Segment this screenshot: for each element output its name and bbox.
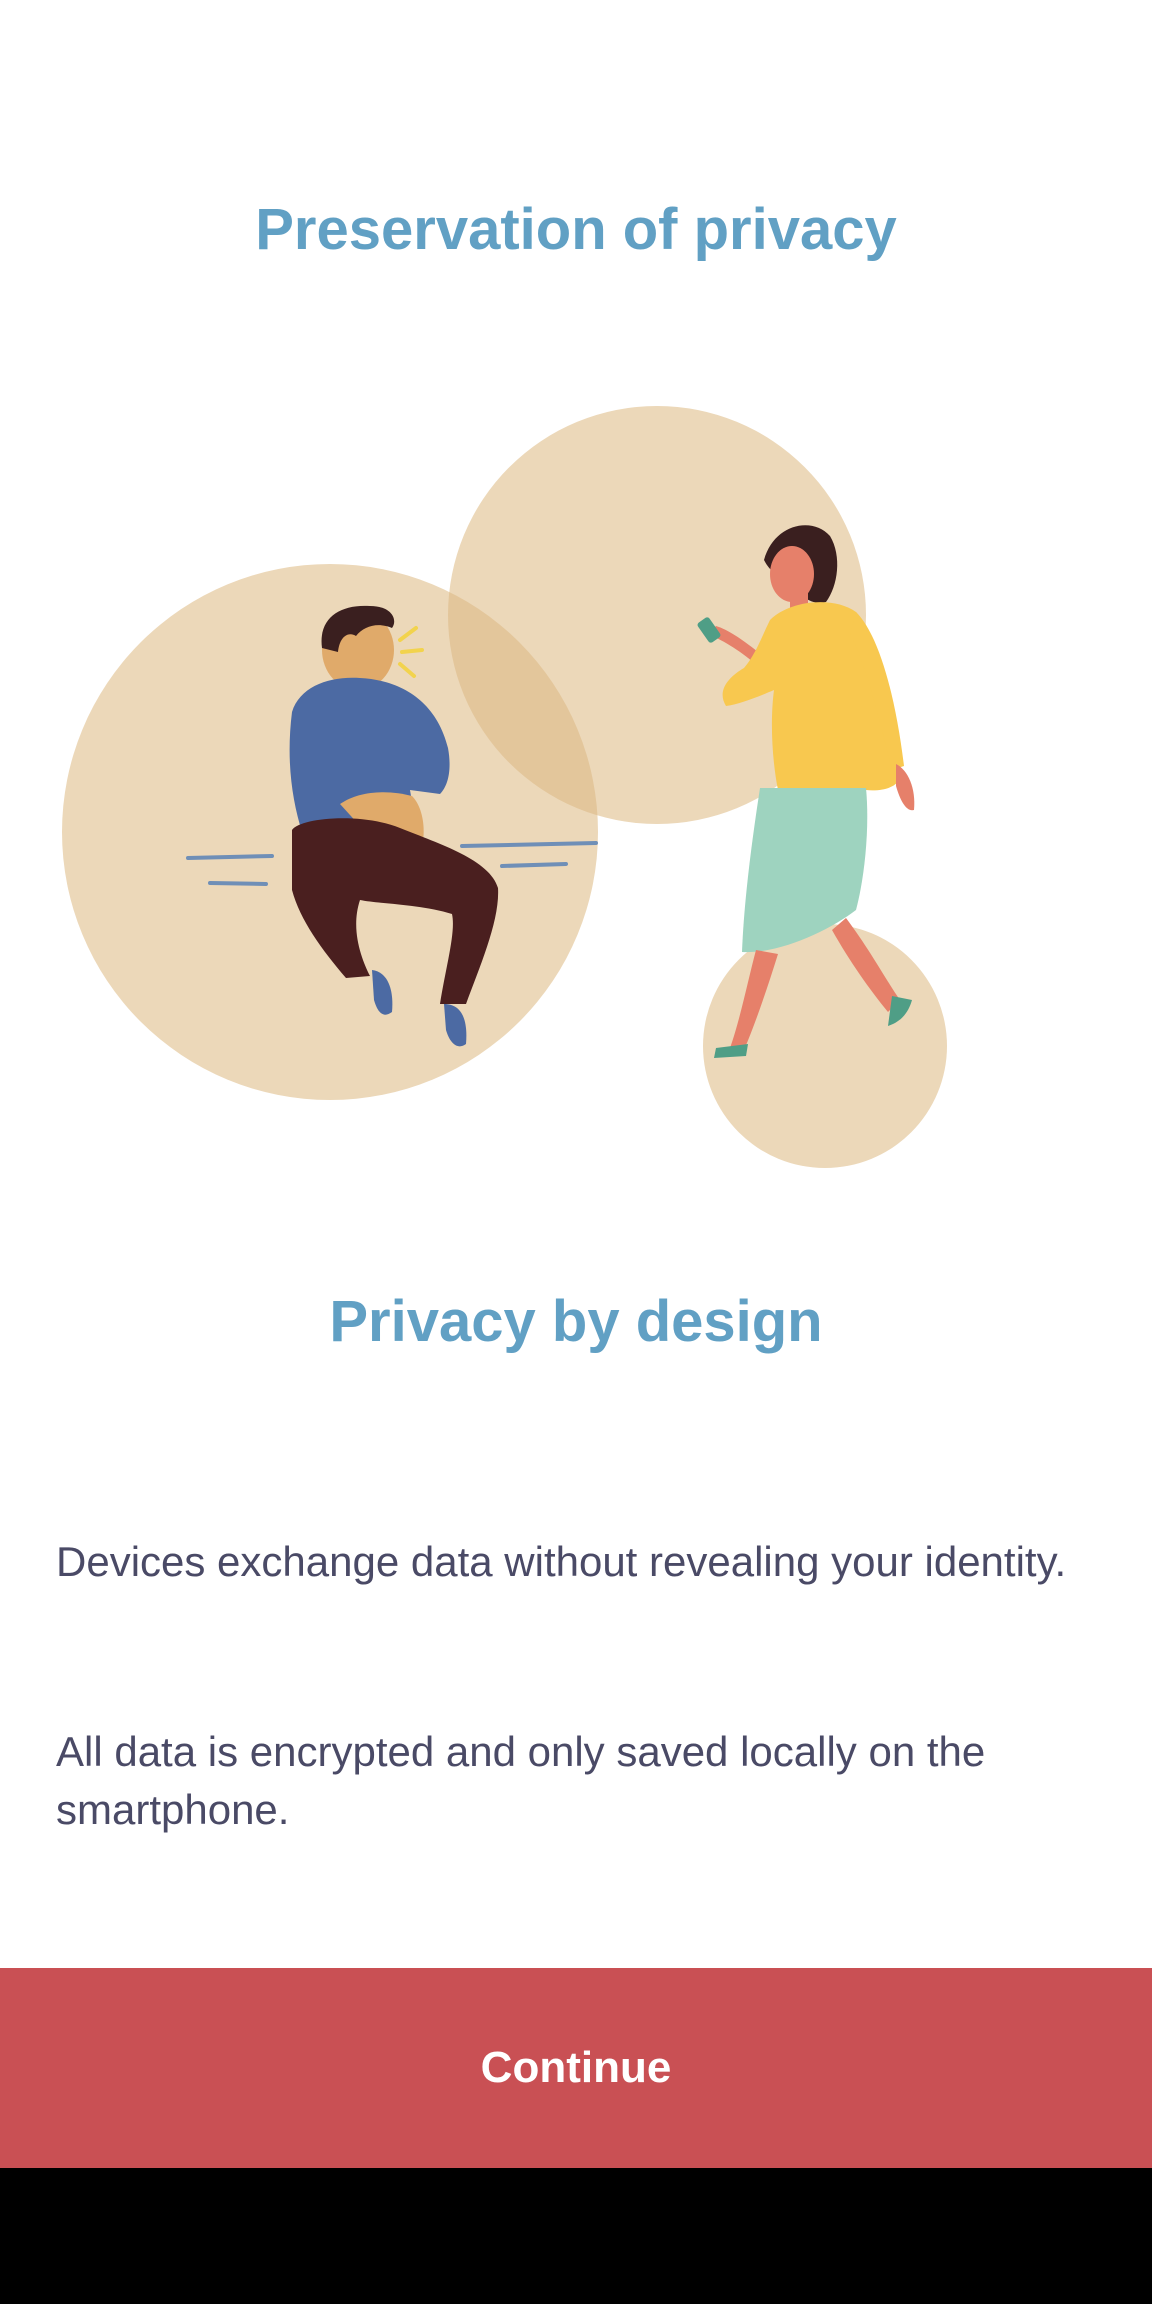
continue-button[interactable]: Continue [0,1968,1152,2168]
onboarding-screen: Preservation of privacy Privacy by desig… [0,0,1152,2304]
page-title: Preservation of privacy [255,197,897,262]
privacy-paragraph-1: Devices exchange data without revealing … [56,1538,1067,1585]
privacy-people-illustration [62,406,947,1168]
section-title: Privacy by design [329,1289,823,1354]
privacy-paragraph-2: All data is encrypted and only saved loc… [56,1728,986,1833]
system-navigation-bar [0,2168,1152,2304]
